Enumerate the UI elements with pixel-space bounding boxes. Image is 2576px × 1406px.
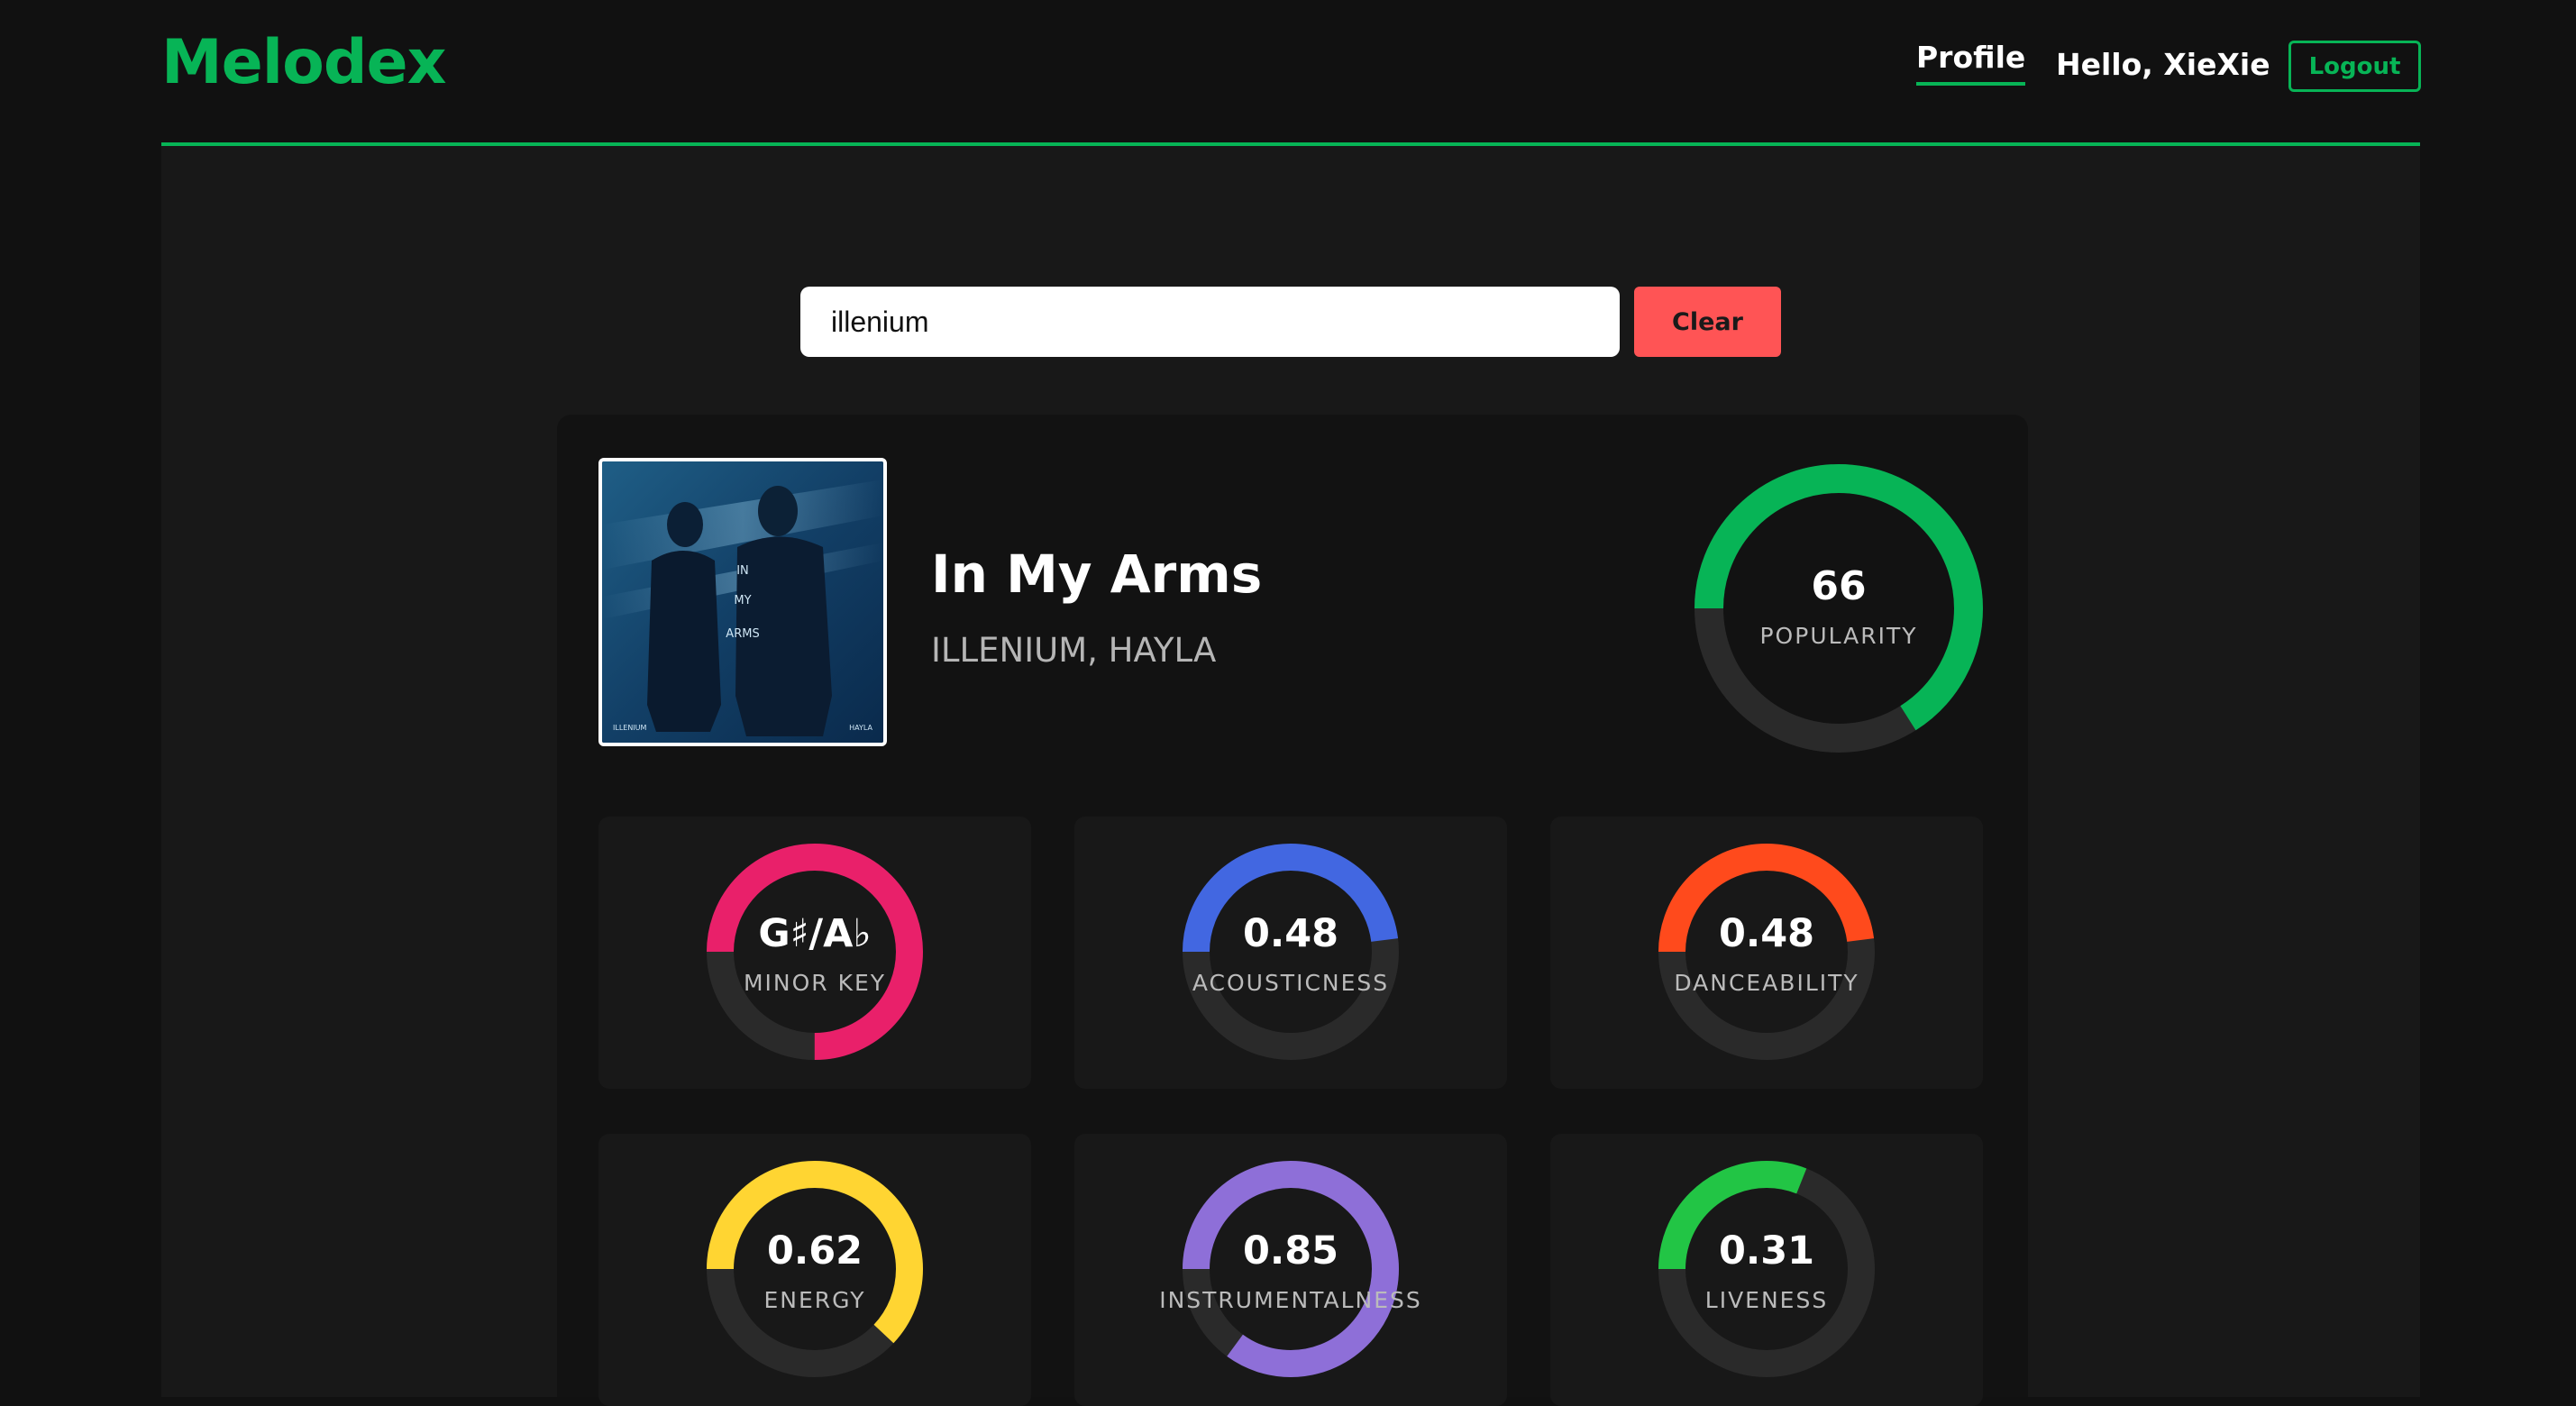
feature-tile-instrumentalness: 0.85 INSTRUMENTALNESS (1074, 1134, 1507, 1406)
liveness-label: LIVENESS (1704, 1287, 1829, 1313)
top-navbar: Melodex Profile Hello, XieXie Logout (161, 0, 2421, 146)
user-greeting: Hello, XieXie (2056, 47, 2270, 82)
album-text-line1: IN (736, 564, 749, 578)
album-credit-left: ILLENIUM (613, 724, 647, 732)
energy-value: 0.62 (766, 1228, 863, 1274)
album-text-line3: ARMS (726, 627, 759, 641)
app-logo[interactable]: Melodex (161, 27, 446, 98)
popularity-gauge: 66 POPULARITY (1694, 464, 1983, 753)
acousticness-value: 0.48 (1242, 911, 1339, 956)
popularity-label: POPULARITY (1759, 623, 1918, 649)
feature-tile-danceability: 0.48 DANCEABILITY (1550, 817, 1983, 1089)
nav-profile-link[interactable]: Profile (1916, 40, 2026, 86)
instrumentalness-label: INSTRUMENTALNESS (1159, 1287, 1422, 1313)
danceability-value: 0.48 (1718, 911, 1815, 956)
energy-label: ENERGY (763, 1287, 866, 1313)
album-text-line2: MY (734, 594, 751, 607)
album-credit-right: HAYLA (849, 724, 872, 732)
liveness-value: 0.31 (1718, 1228, 1815, 1274)
feature-tile-liveness: 0.31 LIVENESS (1550, 1134, 1983, 1406)
feature-tile-key: G♯/A♭ MINOR KEY (598, 817, 1031, 1089)
feature-tile-energy: 0.62 ENERGY (598, 1134, 1031, 1406)
key-label: MINOR KEY (743, 970, 887, 996)
acousticness-label: ACOUSTICNESS (1192, 970, 1390, 996)
track-title: In My Arms (931, 543, 1263, 605)
danceability-label: DANCEABILITY (1674, 970, 1859, 996)
clear-button[interactable]: Clear (1634, 287, 1781, 357)
logout-button[interactable]: Logout (2288, 41, 2421, 92)
search-input[interactable] (800, 287, 1620, 357)
album-art-image: IN MY ARMS ILLENIUM HAYLA (602, 461, 883, 743)
feature-tile-acousticness: 0.48 ACOUSTICNESS (1074, 817, 1507, 1089)
album-cover: IN MY ARMS ILLENIUM HAYLA (598, 458, 887, 746)
popularity-value: 66 (1811, 563, 1867, 609)
key-value: G♯/A♭ (758, 911, 872, 956)
instrumentalness-value: 0.85 (1242, 1228, 1339, 1274)
track-artists: ILLENIUM, HAYLA (931, 631, 1217, 670)
